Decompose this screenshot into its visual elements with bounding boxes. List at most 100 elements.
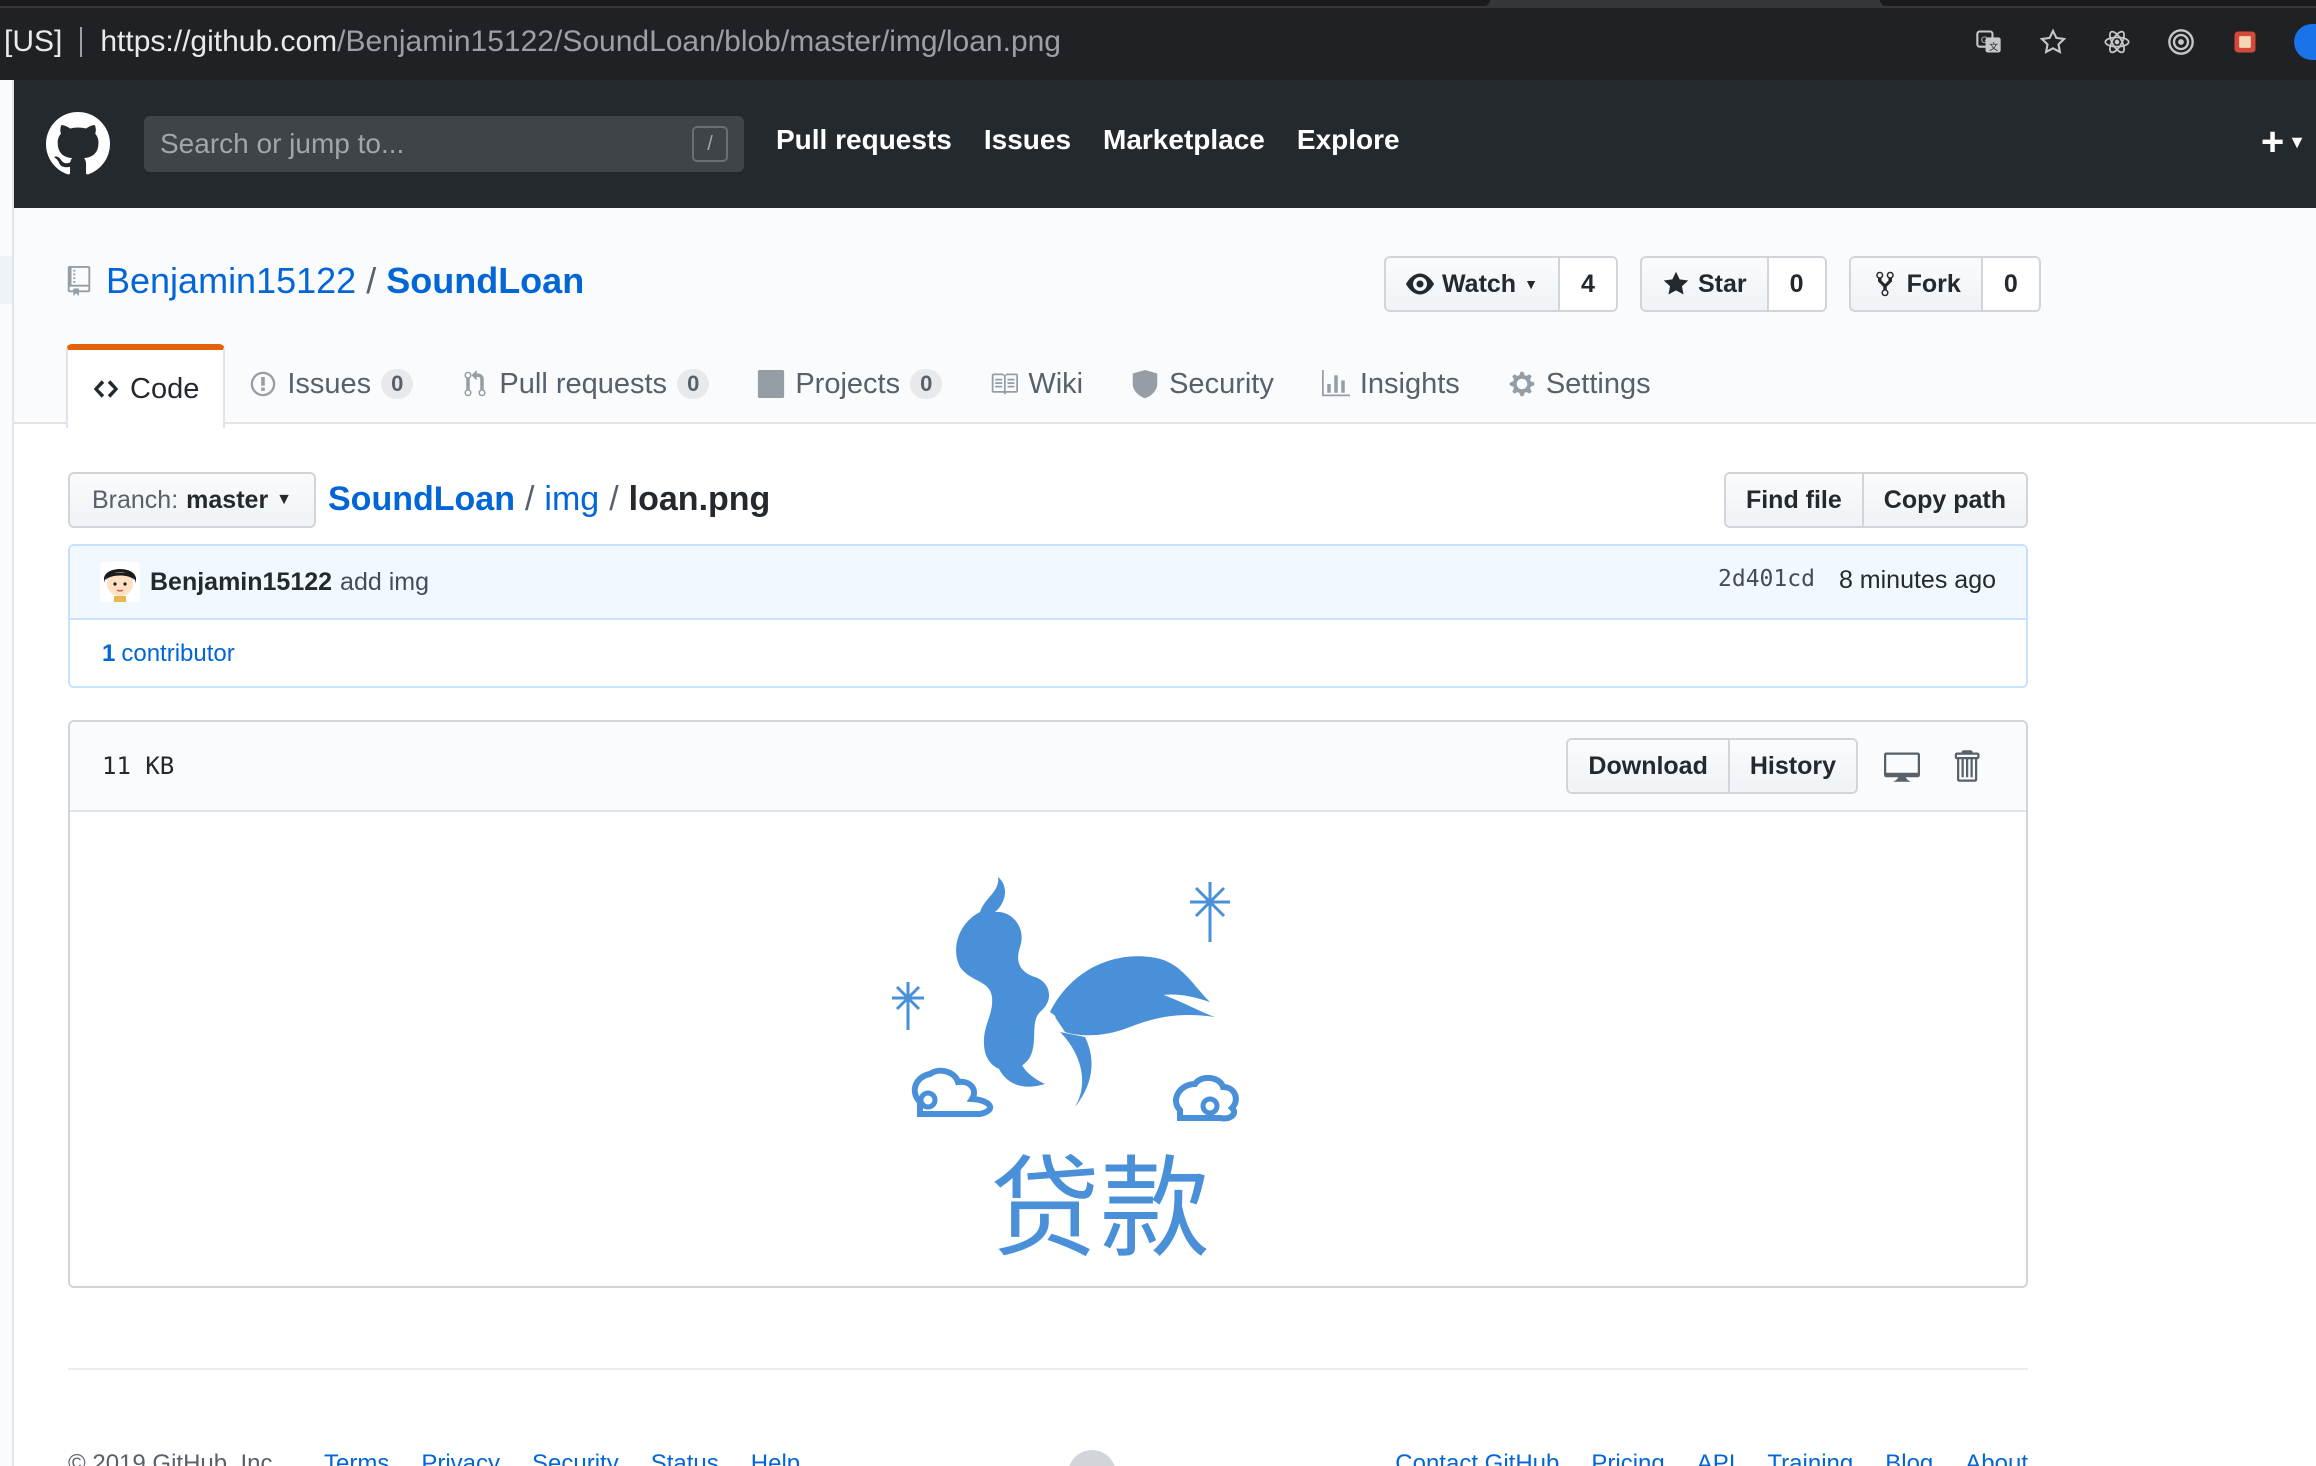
tab-issues[interactable]: Issues 0 — [225, 344, 437, 424]
chevron-down-icon: ▼ — [1524, 276, 1538, 292]
tab-settings-label: Settings — [1545, 367, 1651, 400]
profile-tag: [US] — [4, 25, 63, 58]
project-icon — [757, 370, 785, 398]
breadcrumb-separator: / — [609, 480, 619, 518]
target-icon[interactable] — [2166, 27, 2196, 57]
watch-count[interactable]: 4 — [1559, 258, 1616, 310]
search-shortcut-key: / — [692, 126, 728, 162]
tab-settings[interactable]: Settings — [1484, 344, 1675, 424]
branch-prefix: Branch: — [92, 485, 179, 514]
react-devtools-icon[interactable] — [2102, 27, 2132, 57]
footer-link-training[interactable]: Training — [1767, 1450, 1853, 1466]
search-placeholder: Search or jump to... — [160, 128, 405, 159]
watch-button[interactable]: Watch ▼ — [1386, 258, 1560, 310]
footer-link-contact[interactable]: Contact GitHub — [1395, 1450, 1559, 1466]
nav-marketplace[interactable]: Marketplace — [1103, 124, 1265, 156]
file-viewer: 11 KB Download History 贷款 — [68, 720, 2028, 1288]
extension-icon[interactable] — [2230, 27, 2260, 57]
footer-link-about[interactable]: About — [1965, 1450, 2028, 1466]
fork-icon — [1875, 271, 1894, 297]
tab-projects-counter: 0 — [910, 369, 943, 399]
github-header: Search or jump to... / Pull requests Iss… — [14, 80, 2316, 208]
trash-icon[interactable] — [1946, 746, 1986, 786]
history-button[interactable]: History — [1727, 740, 1856, 792]
fork-group: Fork 0 — [1848, 256, 2041, 312]
image-preview: 贷款 — [70, 812, 2026, 1286]
file-navigation: Branch: master ▼ SoundLoan / img / loan.… — [68, 472, 2028, 528]
commit-meta: 2d401cd 8 minutes ago — [1718, 566, 1996, 595]
footer-divider — [68, 1368, 2028, 1370]
footer-link-status[interactable]: Status — [651, 1450, 719, 1466]
copy-path-button[interactable]: Copy path — [1861, 474, 2026, 526]
browser-tab-strip — [0, 0, 2316, 8]
contributors-count: 1 — [102, 640, 116, 667]
tab-issues-label: Issues — [287, 367, 372, 400]
repo-title-separator: / — [366, 260, 377, 301]
gear-icon — [1508, 370, 1536, 398]
commit-sha[interactable]: 2d401cd — [1718, 566, 1815, 595]
pull-request-icon — [461, 370, 489, 398]
address-bar[interactable]: [US] https://github.com/Benjamin15122/So… — [0, 16, 1900, 68]
contributors-link[interactable]: 1 contributor — [70, 620, 2026, 686]
star-group: Star 0 — [1639, 256, 1827, 312]
footer-link-privacy[interactable]: Privacy — [421, 1450, 500, 1466]
bookmark-star-icon[interactable] — [2038, 27, 2068, 57]
commit-time: 8 minutes ago — [1838, 566, 1996, 594]
browser-tab-active[interactable] — [0, 0, 1490, 6]
breadcrumb-separator: / — [524, 480, 535, 518]
tab-pull-requests[interactable]: Pull requests 0 — [437, 344, 733, 424]
tab-wiki[interactable]: Wiki — [966, 344, 1107, 424]
fork-button[interactable]: Fork — [1850, 258, 1983, 310]
translate-icon[interactable]: G文 — [1974, 27, 2004, 57]
footer-link-security[interactable]: Security — [532, 1450, 619, 1466]
star-count[interactable]: 0 — [1768, 258, 1825, 310]
tab-issues-counter: 0 — [381, 369, 414, 399]
avatar[interactable] — [100, 562, 140, 602]
desktop-icon[interactable] — [1882, 746, 1922, 786]
footer-link-help[interactable]: Help — [751, 1450, 800, 1466]
create-new-button[interactable]: + ▼ — [2261, 120, 2306, 165]
url-text[interactable]: https://github.com/Benjamin15122/SoundLo… — [100, 25, 1061, 59]
repo-tabs: Code Issues 0 Pull requests 0 Projects 0… — [66, 344, 1675, 428]
extension-tray: G文 — [1974, 18, 2316, 66]
star-label: Star — [1697, 269, 1747, 298]
commit-tease: Benjamin15122 add img 2d401cd 8 minutes … — [68, 544, 2028, 688]
nav-explore[interactable]: Explore — [1297, 124, 1400, 156]
tab-security[interactable]: Security — [1107, 344, 1298, 424]
gutter-highlight — [0, 256, 12, 304]
tab-security-label: Security — [1169, 367, 1274, 400]
tab-insights[interactable]: Insights — [1298, 344, 1484, 424]
nav-pull-requests[interactable]: Pull requests — [776, 124, 952, 156]
star-button[interactable]: Star — [1641, 258, 1769, 310]
browser-toolbar: [US] https://github.com/Benjamin15122/So… — [0, 0, 2316, 80]
footer-github-mark-icon[interactable] — [1068, 1450, 1116, 1466]
plus-icon: + — [2260, 120, 2285, 164]
breadcrumb-file: loan.png — [628, 480, 771, 518]
find-file-button[interactable]: Find file — [1725, 474, 1862, 526]
tab-insights-label: Insights — [1359, 367, 1460, 400]
commit-author[interactable]: Benjamin15122 — [150, 568, 332, 597]
tab-code[interactable]: Code — [66, 344, 226, 428]
tab-projects[interactable]: Projects 0 — [733, 344, 966, 424]
fork-label: Fork — [1906, 269, 1961, 298]
breadcrumb-repo[interactable]: SoundLoan — [328, 480, 515, 519]
search-input[interactable]: Search or jump to... / — [144, 116, 744, 172]
footer-link-pricing[interactable]: Pricing — [1591, 1450, 1664, 1466]
footer-copyright: © 2019 GitHub, Inc. — [68, 1450, 280, 1466]
image-caption: 贷款 — [990, 1145, 1210, 1272]
profile-avatar[interactable] — [2294, 24, 2316, 60]
nav-issues[interactable]: Issues — [984, 124, 1071, 156]
repo-name-link[interactable]: SoundLoan — [386, 260, 584, 302]
breadcrumb-dir[interactable]: img — [544, 480, 599, 519]
repo-owner-link[interactable]: Benjamin15122 — [106, 260, 356, 302]
github-logo-icon[interactable] — [46, 112, 110, 176]
commit-message[interactable]: add img — [340, 568, 429, 597]
branch-select-button[interactable]: Branch: master ▼ — [68, 472, 317, 528]
footer-link-terms[interactable]: Terms — [324, 1450, 389, 1466]
repo-actions: Watch ▼ 4 Star 0 Fork 0 — [1384, 256, 2041, 312]
browser-tab-right[interactable] — [1880, 0, 2316, 6]
footer-link-blog[interactable]: Blog — [1885, 1450, 1933, 1466]
download-button[interactable]: Download — [1568, 740, 1728, 792]
fork-count[interactable]: 0 — [1982, 258, 2039, 310]
footer-link-api[interactable]: API — [1697, 1450, 1736, 1466]
